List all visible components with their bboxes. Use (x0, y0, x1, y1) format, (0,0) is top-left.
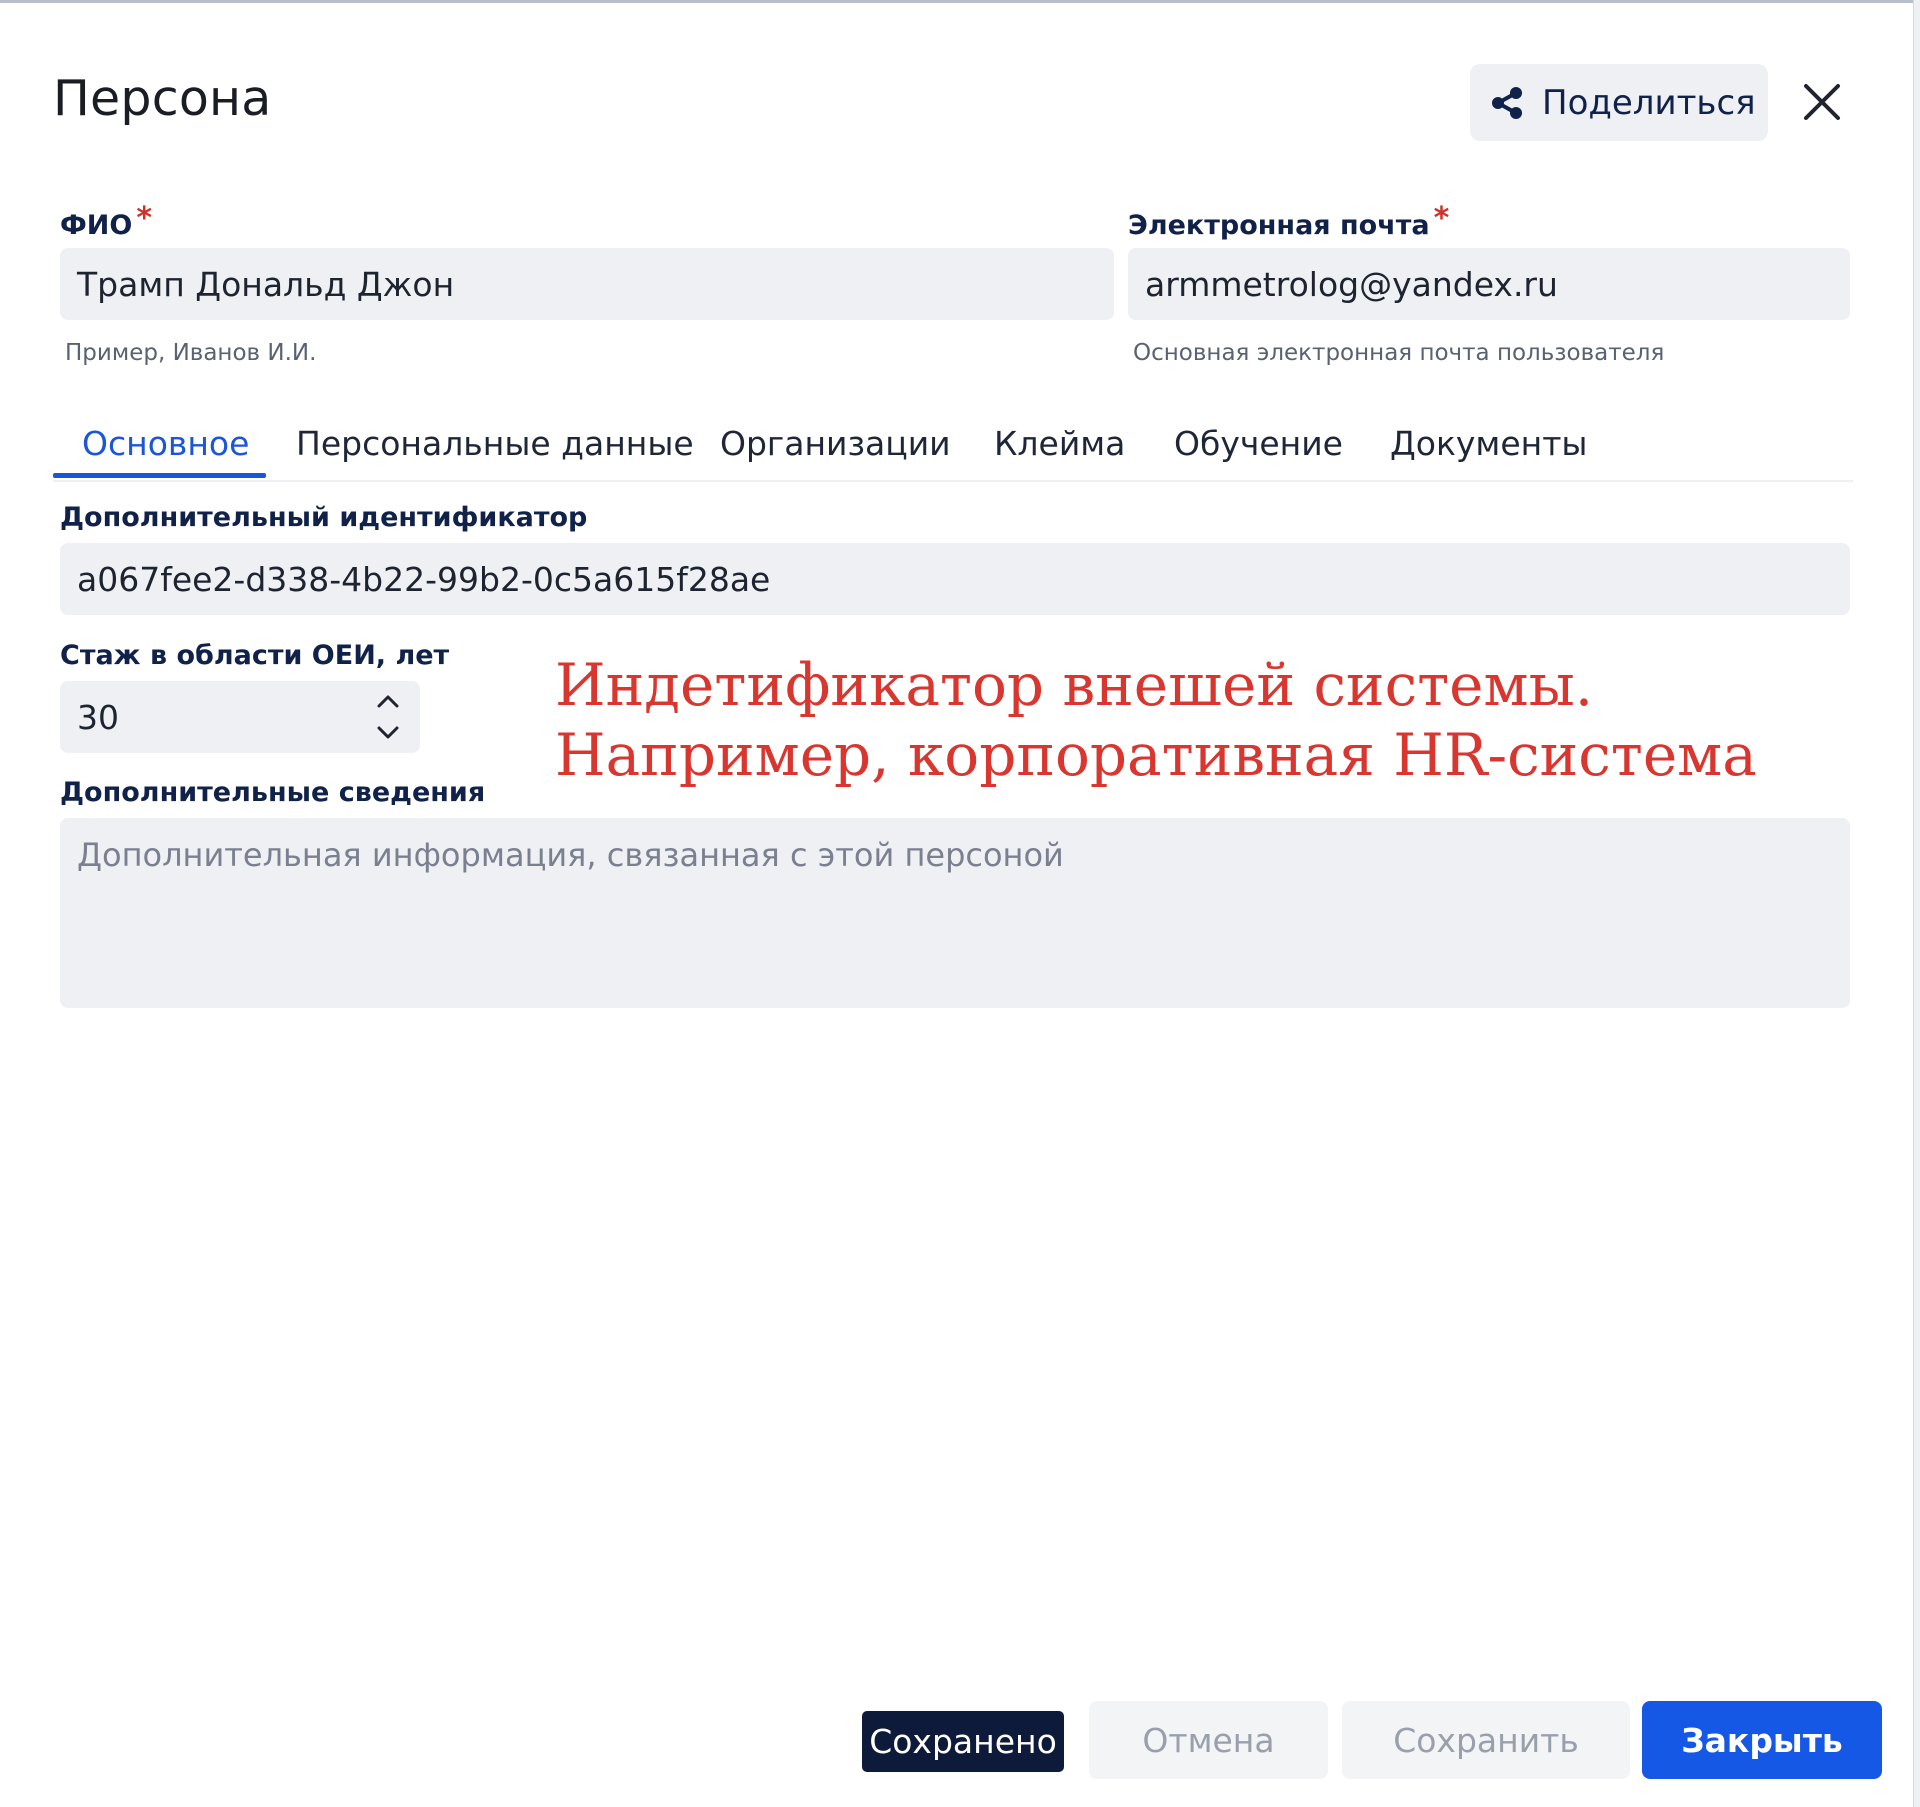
saved-status-badge: Сохранено (862, 1711, 1064, 1772)
save-button[interactable]: Сохранить (1342, 1701, 1630, 1779)
email-label-text: Электронная почта (1128, 210, 1430, 241)
fio-input[interactable]: Трамп Дональд Джон (60, 248, 1114, 320)
email-input-value: armmetrolog@yandex.ru (1145, 264, 1558, 304)
fio-input-value: Трамп Дональд Джон (77, 264, 455, 304)
experience-input-value: 30 (77, 697, 119, 737)
cancel-button[interactable]: Отмена (1089, 1701, 1328, 1779)
tab-bar: Основное Персональные данные Организации… (53, 410, 1853, 482)
tab-stamps[interactable]: Клейма (994, 424, 1125, 463)
close-button[interactable]: Закрыть (1642, 1701, 1882, 1779)
experience-label: Стаж в области ОЕИ, лет (60, 640, 450, 671)
extra-id-input-value: a067fee2-d338-4b22-99b2-0c5a615f28ae (77, 559, 771, 599)
experience-stepper[interactable]: 30 (60, 681, 420, 753)
extra-id-input[interactable]: a067fee2-d338-4b22-99b2-0c5a615f28ae (60, 543, 1850, 615)
window-right-edge (1913, 0, 1920, 1807)
fio-required-mark: * (136, 201, 153, 236)
tab-personal-data[interactable]: Персональные данные (296, 424, 694, 463)
tab-organizations[interactable]: Организации (720, 424, 951, 463)
fio-label: ФИО * (60, 201, 152, 242)
tab-main[interactable]: Основное (82, 424, 249, 463)
window-top-border (0, 0, 1920, 3)
email-input[interactable]: armmetrolog@yandex.ru (1128, 248, 1850, 320)
fio-label-text: ФИО (60, 210, 133, 241)
stepper-arrows-icon[interactable] (374, 687, 402, 747)
tab-training[interactable]: Обучение (1174, 424, 1343, 463)
active-tab-indicator (53, 473, 266, 478)
email-label: Электронная почта * (1128, 201, 1449, 242)
tab-documents[interactable]: Документы (1390, 424, 1587, 463)
share-button[interactable]: Поделиться (1470, 64, 1768, 141)
annotation-overlay: Индетификатор внешей системы. Например, … (555, 650, 1757, 790)
share-icon (1492, 86, 1522, 119)
annotation-line-1: Индетификатор внешей системы. (555, 651, 1594, 719)
email-required-mark: * (1433, 201, 1450, 236)
dialog-title: Персона (53, 70, 272, 127)
fio-hint: Пример, Иванов И.И. (65, 340, 317, 366)
extra-info-textarea[interactable]: Дополнительная информация, связанная с э… (60, 818, 1850, 1008)
extra-id-label: Дополнительный идентификатор (60, 502, 588, 533)
annotation-line-2: Например, корпоративная HR-система (555, 721, 1757, 789)
person-dialog: Персона Поделиться ФИО * Трамп Дональд Дж… (0, 0, 1920, 1807)
share-button-label: Поделиться (1542, 82, 1756, 123)
close-icon[interactable] (1800, 80, 1844, 124)
email-hint: Основная электронная почта пользователя (1133, 340, 1665, 366)
extra-info-placeholder: Дополнительная информация, связанная с э… (77, 836, 1064, 874)
extra-info-label: Дополнительные сведения (60, 777, 486, 808)
